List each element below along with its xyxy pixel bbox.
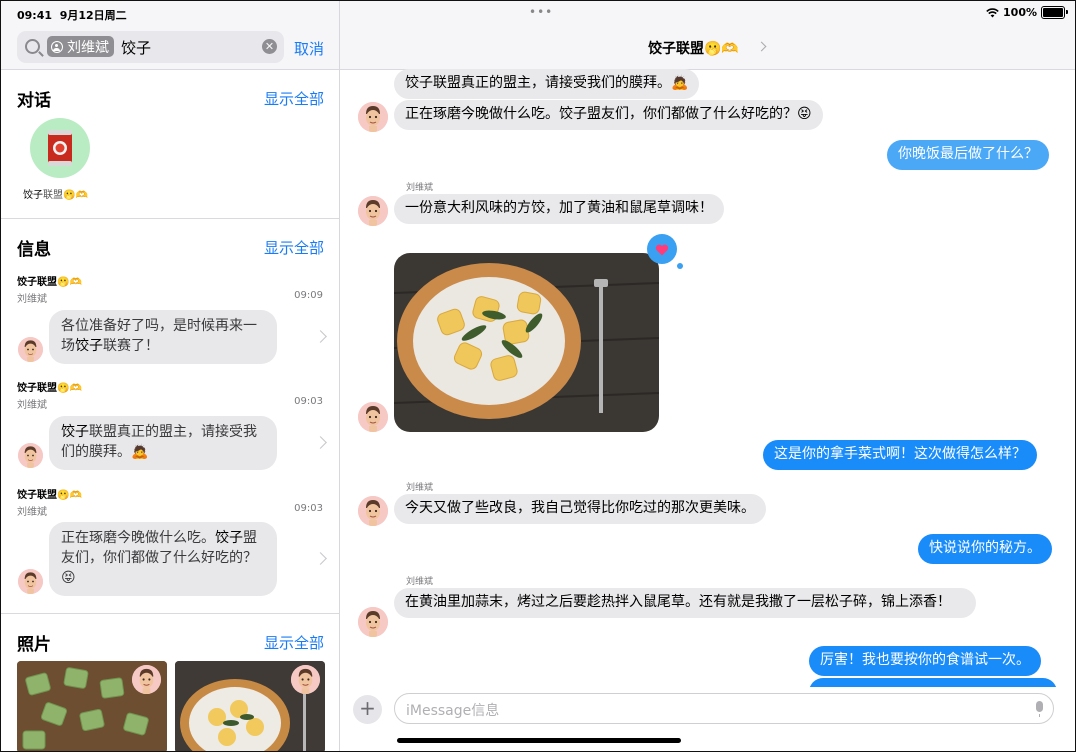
messages-title: 信息 bbox=[17, 240, 51, 260]
memoji-avatar bbox=[358, 196, 388, 226]
conversations-show-all-button[interactable]: 显示全部 bbox=[264, 88, 324, 109]
person-icon bbox=[51, 40, 63, 53]
message-input[interactable]: iMessage信息 bbox=[394, 693, 1054, 724]
outgoing-message[interactable]: 厉害！我也要按你的食谱试一次。 bbox=[809, 646, 1041, 676]
result-time: 09:03 bbox=[294, 396, 323, 407]
battery-icon bbox=[1041, 6, 1068, 19]
result-time: 09:03 bbox=[294, 503, 323, 514]
result-group-name: 饺子联盟🫢🫶 bbox=[17, 277, 82, 288]
memoji-face bbox=[358, 607, 388, 637]
chat-header: 饺子联盟🫢🫶 bbox=[340, 1, 1075, 70]
status-indicators: 100% bbox=[986, 6, 1068, 19]
memoji-avatar bbox=[358, 102, 388, 132]
memoji-face bbox=[291, 665, 320, 694]
group-avatar[interactable] bbox=[30, 118, 90, 178]
memoji-face bbox=[358, 402, 388, 432]
search-token-label: 刘维斌 bbox=[67, 39, 109, 56]
incoming-message[interactable]: 一份意大利风味的方饺，加了黄油和鼠尾草调味！ bbox=[394, 194, 724, 224]
result-sender: 刘维斌 bbox=[17, 507, 47, 518]
memoji-avatar bbox=[358, 607, 388, 637]
conversation-name[interactable]: 饺子联盟🫢🫶 bbox=[23, 186, 88, 201]
result-message-bubble[interactable]: 各位准备好了吗，是时候再来一场饺子联赛了！ bbox=[49, 310, 277, 364]
photos-title: 照片 bbox=[17, 635, 51, 655]
wifi-icon bbox=[986, 7, 999, 17]
status-time: 09:41 9月12日周二 bbox=[17, 9, 127, 22]
sender-label: 刘维斌 bbox=[406, 577, 434, 587]
sender-label: 刘维斌 bbox=[406, 183, 434, 193]
search-field[interactable]: 刘维斌 饺子 ✕ bbox=[17, 31, 284, 63]
search-icon bbox=[25, 39, 40, 54]
result-group-name: 饺子联盟🫢🫶 bbox=[17, 490, 82, 501]
memoji-face bbox=[358, 196, 388, 226]
plus-button[interactable]: + bbox=[353, 695, 382, 724]
outgoing-message[interactable]: 你晚饭最后做了什么？ bbox=[887, 140, 1049, 170]
sender-label: 刘维斌 bbox=[406, 483, 434, 493]
message-placeholder: iMessage信息 bbox=[406, 703, 500, 719]
conversations-title: 对话 bbox=[17, 91, 51, 111]
home-indicator[interactable] bbox=[397, 738, 681, 743]
clear-search-icon[interactable]: ✕ bbox=[262, 39, 277, 54]
pane-divider bbox=[339, 1, 340, 751]
incoming-message[interactable]: 在黄油里加蒜末，烤过之后要趁热拌入鼠尾草。还有就是我撒了一层松子碎，锦上添香！ bbox=[394, 588, 976, 618]
incoming-message[interactable]: 今天又做了些改良，我自己觉得比你吃过的那次更美味。 bbox=[394, 494, 766, 524]
result-group-name: 饺子联盟🫢🫶 bbox=[17, 383, 82, 394]
memoji-face bbox=[18, 443, 43, 468]
can-icon bbox=[48, 130, 72, 166]
result-sender: 刘维斌 bbox=[17, 400, 47, 411]
memoji-face bbox=[132, 665, 161, 694]
photos-show-all-button[interactable]: 显示全部 bbox=[264, 632, 324, 653]
result-time: 09:09 bbox=[294, 290, 323, 301]
heart-icon bbox=[655, 244, 669, 256]
search-query[interactable]: 饺子 bbox=[121, 37, 151, 58]
search-token-person[interactable]: 刘维斌 bbox=[47, 36, 114, 57]
multitasking-dots-icon[interactable]: ••• bbox=[529, 5, 553, 19]
result-sender: 刘维斌 bbox=[17, 294, 47, 305]
memoji-avatar bbox=[358, 402, 388, 432]
memoji-avatar bbox=[18, 569, 43, 594]
result-message-bubble[interactable]: 正在琢磨今晚做什么吃。饺子盟友们，你们都做了什么好吃的？😝 bbox=[49, 522, 277, 596]
memoji-face bbox=[358, 496, 388, 526]
memoji-face bbox=[18, 337, 43, 362]
memoji-avatar bbox=[291, 665, 320, 694]
memoji-avatar bbox=[132, 665, 161, 694]
microphone-icon[interactable] bbox=[1036, 701, 1043, 717]
battery-percent: 100% bbox=[1003, 6, 1037, 19]
chevron-right-icon[interactable] bbox=[756, 41, 767, 52]
incoming-message[interactable]: 饺子联盟真正的盟主，请接受我们的膜拜。🙇 bbox=[394, 69, 700, 99]
cancel-button[interactable]: 取消 bbox=[294, 38, 324, 59]
incoming-message[interactable]: 正在琢磨今晚做什么吃。饺子盟友们，你们都做了什么好吃的？😝 bbox=[394, 100, 823, 130]
sidebar: 09:41 9月12日周二 刘维斌 饺子 ✕ 取消 对话 显示全部 饺子联盟🫢🫶… bbox=[1, 1, 339, 751]
outgoing-message[interactable]: 这是你的拿手菜式啊！这次做得怎么样？ bbox=[763, 440, 1037, 470]
memoji-face bbox=[358, 102, 388, 132]
memoji-face bbox=[18, 569, 43, 594]
tapback-badge[interactable] bbox=[647, 234, 683, 269]
shared-photo[interactable] bbox=[394, 253, 659, 432]
ravioli-photo bbox=[394, 253, 659, 432]
chat-title[interactable]: 饺子联盟🫢🫶 bbox=[648, 38, 739, 58]
result-message-bubble[interactable]: 饺子联盟真正的盟主，请接受我们的膜拜。🙇 bbox=[49, 416, 277, 470]
memoji-avatar bbox=[358, 496, 388, 526]
messages-show-all-button[interactable]: 显示全部 bbox=[264, 237, 324, 258]
memoji-avatar bbox=[18, 337, 43, 362]
outgoing-message[interactable]: 快说说你的秘方。 bbox=[918, 534, 1052, 564]
memoji-avatar bbox=[18, 443, 43, 468]
